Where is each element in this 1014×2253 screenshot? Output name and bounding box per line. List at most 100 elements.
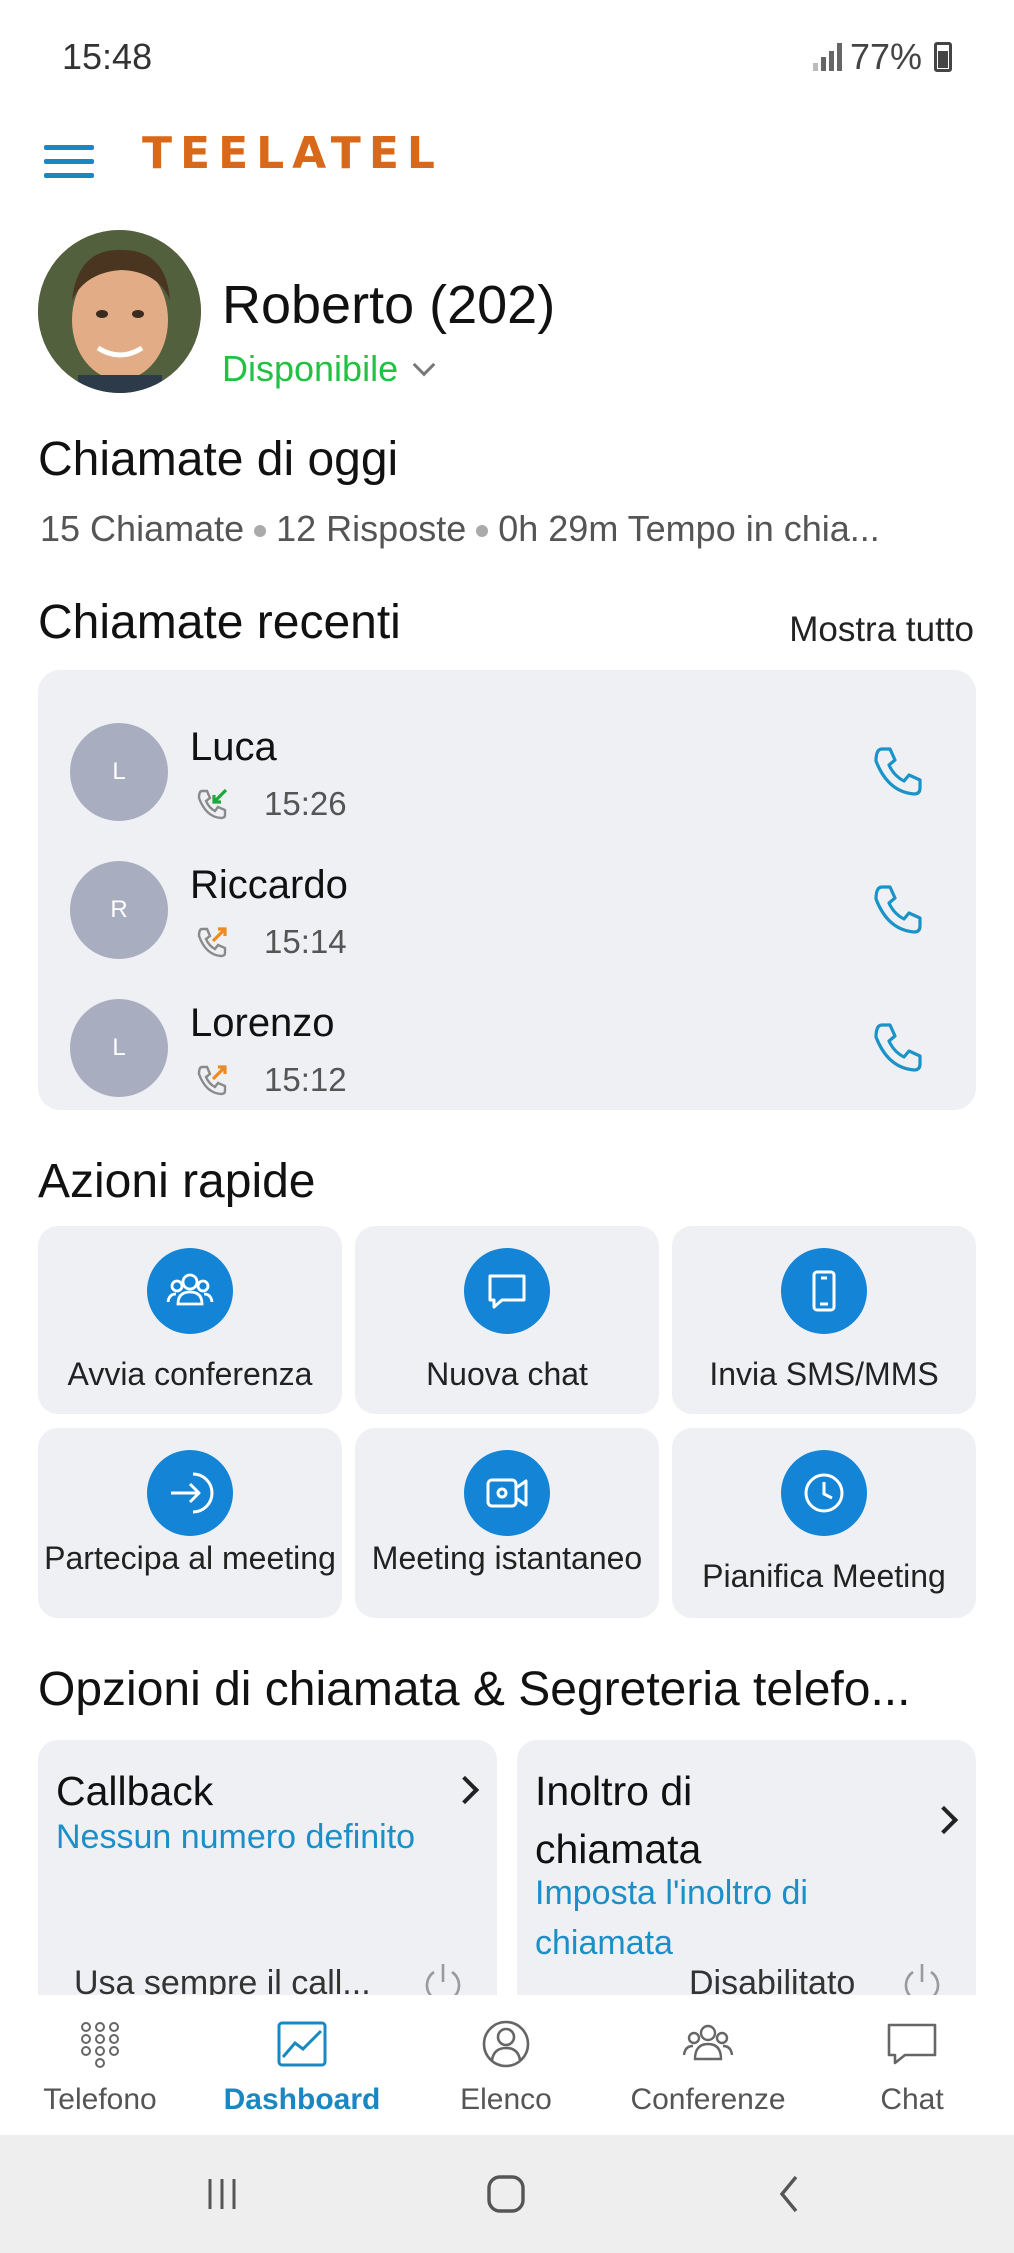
power-icon[interactable] xyxy=(897,1958,947,1995)
conference-icon xyxy=(147,1248,233,1334)
nav-item-elenco[interactable]: Elenco xyxy=(406,1995,606,2135)
chevron-right-icon xyxy=(929,1805,959,1835)
contact-avatar: L xyxy=(70,999,168,1097)
battery-percent: 77% xyxy=(849,36,922,77)
action-label: Pianifica Meeting xyxy=(702,1558,946,1594)
nav-label: Dashboard xyxy=(223,2083,381,2116)
contact-name: Lorenzo xyxy=(190,1001,335,1045)
chat-bubble-icon xyxy=(887,2023,937,2065)
show-all-link[interactable]: Mostra tutto xyxy=(789,610,974,650)
quick-actions-grid: Avvia conferenza Nuova chat Invia SMS/MM… xyxy=(38,1226,976,1618)
forwarding-title: Inoltro di chiamata xyxy=(535,1762,701,1878)
conference-icon xyxy=(682,2024,734,2061)
call-options-row: Callback Nessun numero definito Usa semp… xyxy=(38,1740,976,1995)
today-stats: 15 Chiamate 12 Risposte 0h 29m Tempo in ch… xyxy=(40,508,880,550)
presence-status-label: Disponibile xyxy=(222,348,399,389)
instant-meeting-button[interactable]: Meeting istantaneo xyxy=(355,1428,659,1618)
forwarding-title-line: Inoltro di xyxy=(535,1768,693,1814)
app-logo: TEELATEL xyxy=(142,128,443,179)
bottom-navigation: Telefono Dashboard Elenco Conferenze Cha… xyxy=(0,1995,1014,2135)
today-calls-title: Chiamate di oggi xyxy=(38,433,399,486)
separator-dot xyxy=(254,525,267,538)
call-phone-icon[interactable] xyxy=(870,881,926,937)
callback-card[interactable]: Callback Nessun numero definito Usa semp… xyxy=(38,1740,497,1995)
action-label: Partecipa al meeting xyxy=(44,1540,336,1576)
system-navigation-bar xyxy=(0,2135,1014,2253)
recent-call-row[interactable]: L Lorenzo 15:12 xyxy=(38,979,976,1109)
action-label: Nuova chat xyxy=(426,1356,588,1392)
call-phone-icon[interactable] xyxy=(870,743,926,799)
join-meeting-button[interactable]: Partecipa al meeting xyxy=(38,1428,342,1618)
nav-label: Telefono xyxy=(43,2083,157,2116)
recent-call-row[interactable]: L Luca 15:26 xyxy=(38,703,976,833)
stat-answered: 12 Risposte xyxy=(276,508,467,549)
send-sms-button[interactable]: Invia SMS/MMS xyxy=(672,1226,976,1414)
forwarding-subtitle: Imposta l'inoltro di chiamata xyxy=(535,1868,808,1968)
presence-status-dropdown[interactable]: Disponibile xyxy=(222,348,436,390)
incoming-call-icon xyxy=(197,788,228,820)
nav-item-telefono[interactable]: Telefono xyxy=(0,1995,200,2135)
action-label: Meeting istantaneo xyxy=(371,1540,643,1576)
dialpad-icon xyxy=(81,2022,119,2068)
nav-item-conferenze[interactable]: Conferenze xyxy=(608,1995,808,2135)
battery-icon xyxy=(934,42,952,72)
clock-icon xyxy=(781,1450,867,1536)
nav-label: Chat xyxy=(880,2083,944,2116)
forwarding-subtitle-line: chiamata xyxy=(535,1924,673,1962)
recent-calls-title: Chiamate recenti xyxy=(38,596,401,649)
mobile-phone-icon xyxy=(781,1248,867,1334)
contact-name: Riccardo xyxy=(190,863,348,907)
power-icon[interactable] xyxy=(418,1958,468,1995)
call-time: 15:26 xyxy=(264,785,347,822)
call-time: 15:12 xyxy=(264,1061,347,1098)
contacts-icon xyxy=(482,2020,530,2068)
nav-item-chat[interactable]: Chat xyxy=(812,1995,1012,2135)
quick-actions-title: Azioni rapide xyxy=(38,1155,316,1208)
video-camera-icon xyxy=(464,1450,550,1536)
profile-name: Roberto (202) xyxy=(222,275,556,335)
app-header: TEELATEL xyxy=(0,116,1014,216)
chevron-right-icon xyxy=(450,1775,480,1805)
chat-bubble-icon xyxy=(464,1248,550,1334)
hamburger-menu-icon[interactable] xyxy=(44,136,94,186)
recent-call-row[interactable]: R Riccardo 15:14 xyxy=(38,841,976,971)
back-icon[interactable] xyxy=(760,2169,820,2219)
contact-name: Luca xyxy=(190,725,277,769)
schedule-meeting-button[interactable]: Pianifica Meeting xyxy=(672,1428,976,1618)
call-meta: 15:26 xyxy=(194,785,347,823)
action-label: Invia SMS/MMS xyxy=(709,1356,939,1392)
status-time: 15:48 xyxy=(62,36,153,77)
call-meta: 15:12 xyxy=(194,1061,347,1099)
avatar[interactable] xyxy=(38,230,201,393)
stat-calls: 15 Chiamate xyxy=(40,508,245,549)
separator-dot xyxy=(476,525,489,538)
call-meta: 15:14 xyxy=(194,923,347,961)
dashboard-chart-icon xyxy=(277,2021,327,2067)
call-time: 15:14 xyxy=(264,923,347,960)
forwarding-subtitle-line: Imposta l'inoltro di xyxy=(535,1874,808,1912)
status-bar: 15:48 77% xyxy=(0,0,1014,116)
signal-icon xyxy=(812,43,842,71)
recent-calls-card: L Luca 15:26 R Riccardo 15:14 L Lorenzo … xyxy=(38,670,976,1110)
nav-label: Conferenze xyxy=(630,2083,786,2116)
chevron-down-icon xyxy=(412,353,436,377)
recent-apps-icon[interactable] xyxy=(192,2169,252,2219)
start-conference-button[interactable]: Avvia conferenza xyxy=(38,1226,342,1414)
user-profile: Roberto (202) Disponibile xyxy=(38,230,978,400)
contact-avatar: L xyxy=(70,723,168,821)
action-label: Avvia conferenza xyxy=(67,1356,313,1392)
status-indicators: 77% xyxy=(812,36,952,78)
callback-subtitle: Nessun numero definito xyxy=(56,1818,416,1856)
callback-footer: Usa sempre il call... xyxy=(74,1964,371,1995)
nav-item-dashboard[interactable]: Dashboard xyxy=(202,1995,402,2135)
stat-duration: 0h 29m Tempo in chia... xyxy=(498,508,880,549)
new-chat-button[interactable]: Nuova chat xyxy=(355,1226,659,1414)
forwarding-footer: Disabilitato xyxy=(689,1964,856,1995)
outgoing-call-icon xyxy=(197,927,227,958)
call-phone-icon[interactable] xyxy=(870,1019,926,1075)
call-forwarding-card[interactable]: Inoltro di chiamata Imposta l'inoltro di… xyxy=(517,1740,976,1995)
home-icon[interactable] xyxy=(476,2169,536,2219)
outgoing-call-icon xyxy=(197,1065,227,1096)
contact-avatar: R xyxy=(70,861,168,959)
join-arrow-icon xyxy=(147,1450,233,1536)
